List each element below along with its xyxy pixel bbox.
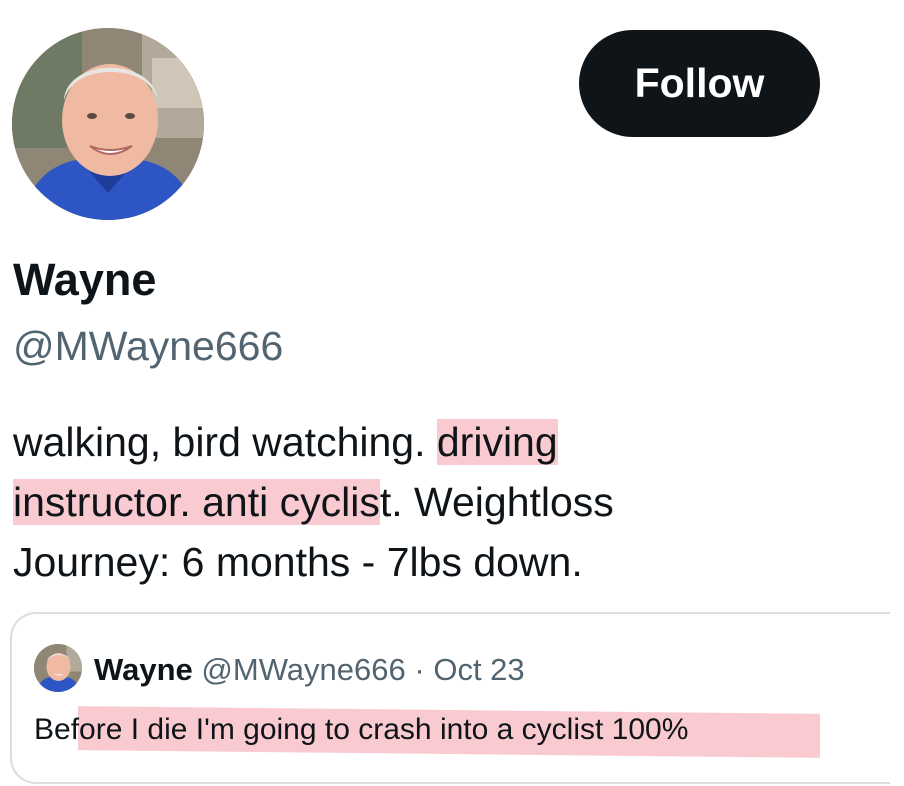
bio-highlight: driving <box>436 419 558 465</box>
quoted-tweet-card[interactable]: Wayne @MWayne666 · Oct 23 Before I die I… <box>10 612 890 784</box>
profile-avatar[interactable] <box>12 28 204 220</box>
quoted-tweet-date[interactable]: Oct 23 <box>433 652 524 687</box>
profile-display-name: Wayne <box>13 254 157 305</box>
avatar-photo <box>34 644 82 692</box>
quoted-tweet-header: Wayne @MWayne666 · Oct 23 <box>94 650 525 690</box>
quoted-tweet-avatar[interactable] <box>34 644 82 692</box>
quoted-tweet-handle[interactable]: @MWayne666 <box>201 652 405 687</box>
profile-bio: walking, bird watching. driving instruct… <box>13 412 733 592</box>
profile-handle: @MWayne666 <box>13 323 284 369</box>
quoted-tweet-name[interactable]: Wayne <box>94 652 193 687</box>
follow-button[interactable]: Follow <box>579 30 820 137</box>
quoted-tweet-separator: · <box>414 652 425 687</box>
bio-highlight: instructor. anti cyclis <box>13 479 380 525</box>
quoted-tweet-text: Before I die I'm going to crash into a c… <box>34 713 689 746</box>
bio-text: walking, bird watching. <box>13 419 437 465</box>
avatar-photo <box>12 28 204 220</box>
